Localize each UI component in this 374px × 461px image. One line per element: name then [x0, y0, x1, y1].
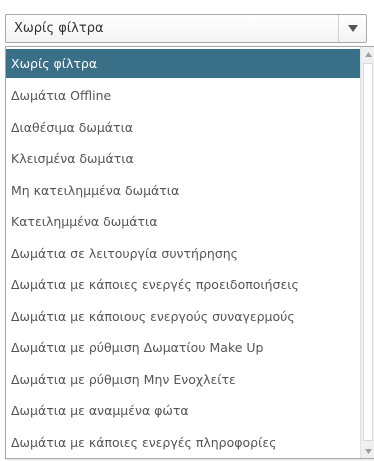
filter-dropdown-screen: Χωρίς φίλτρα Χωρίς φίλτρα Δωμάτια Offline… [0, 0, 374, 461]
dropdown-option[interactable]: Μη κατειλημμένα δωμάτια [6, 175, 360, 207]
scroll-down-arrow-icon[interactable] [361, 444, 374, 458]
filter-select-value: Χωρίς φίλτρα [14, 21, 104, 36]
scroll-up-arrow-icon[interactable] [361, 47, 374, 61]
dropdown-option[interactable]: Δωμάτια με κάποιους ενεργούς συναγερμούς [6, 301, 360, 333]
dropdown-option[interactable]: Δωμάτια Offline [6, 80, 360, 112]
dropdown-option[interactable]: Κατειλημμένα δωμάτια [6, 206, 360, 238]
dropdown-option[interactable]: Δωμάτια με ρύθμιση Μην Ενοχλείτε [6, 364, 360, 396]
dropdown-option[interactable]: Διαθέσιμα δωμάτια [6, 112, 360, 144]
scrollbar-thumb[interactable] [363, 63, 373, 441]
dropdown-option[interactable]: Δωμάτια με αναμμένα φώτα [6, 395, 360, 427]
dropdown-option[interactable]: Δωμάτια σε λειτουργία συντήρησης [6, 238, 360, 270]
dropdown-option[interactable]: Δωμάτια με κάποιες ενεργές προειδοποιήσε… [6, 269, 360, 301]
dropdown-option[interactable]: Κλεισμένα δωμάτια [6, 143, 360, 175]
dropdown-option-selected[interactable]: Χωρίς φίλτρα [6, 49, 360, 78]
triangle-down-icon[interactable] [338, 15, 366, 42]
dropdown-option[interactable]: Δωμάτια με ρύθμιση Δωματίου Make Up [6, 332, 360, 364]
filter-options-list[interactable]: Χωρίς φίλτρα Δωμάτια Offline Διαθέσιμα δωμ… [5, 46, 374, 459]
filter-select[interactable]: Χωρίς φίλτρα [5, 14, 367, 43]
dropdown-option[interactable]: Δωμάτια με κάποιες ενεργές πληροφορίες [6, 427, 360, 459]
scrollbar[interactable] [360, 47, 374, 458]
options-container: Χωρίς φίλτρα Δωμάτια Offline Διαθέσιμα δωμ… [6, 47, 360, 458]
